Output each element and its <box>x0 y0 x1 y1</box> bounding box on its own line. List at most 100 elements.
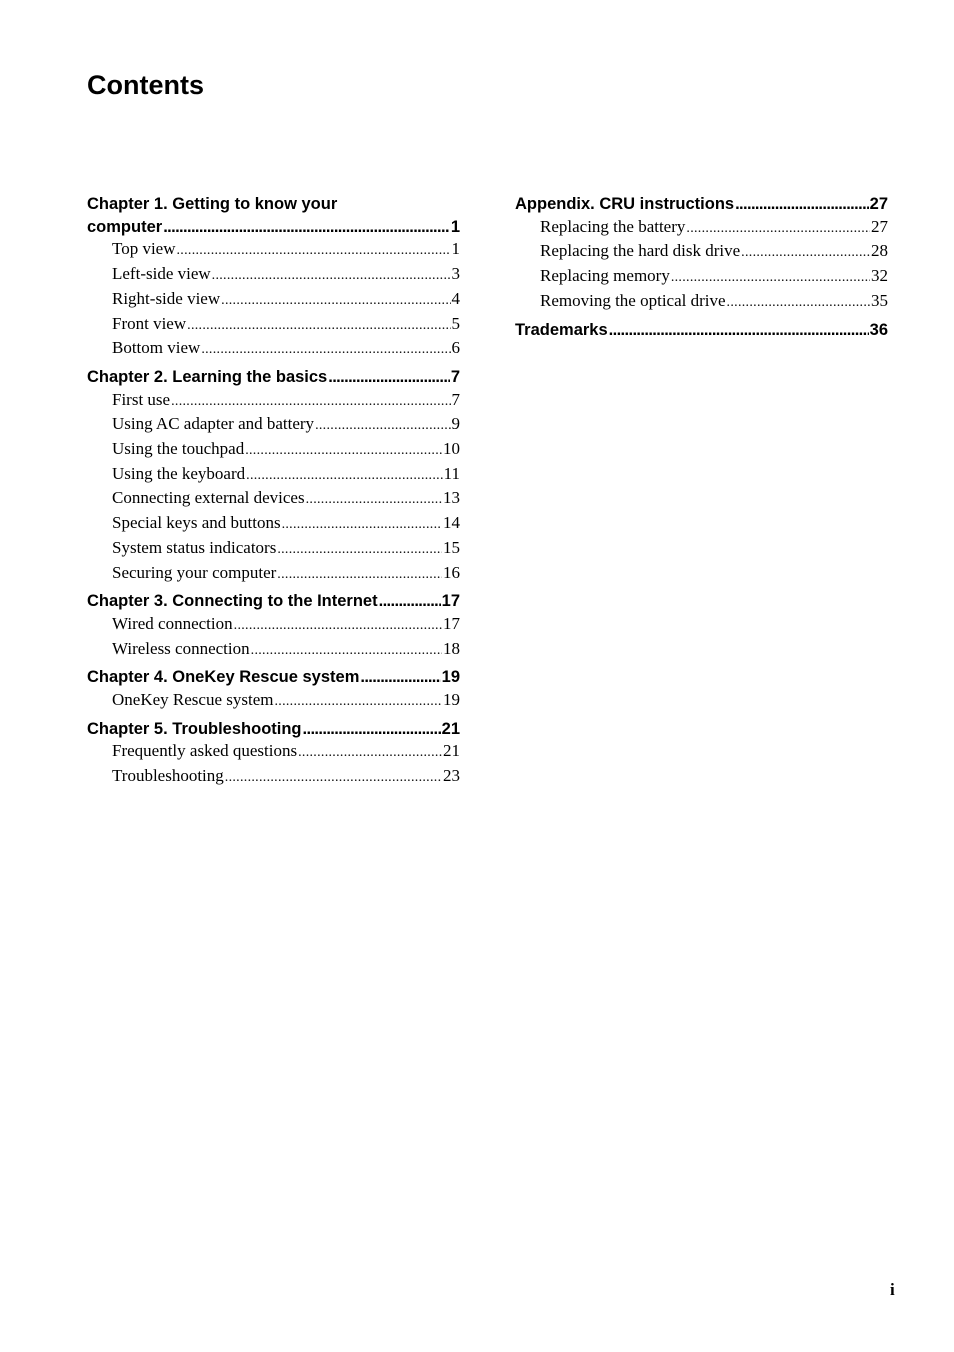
dot-leader <box>187 313 450 338</box>
dot-leader <box>201 337 450 362</box>
dot-leader <box>282 512 442 537</box>
toc-page-number: 21 <box>441 719 460 738</box>
toc-item[interactable]: First use 7 <box>87 389 460 414</box>
dot-leader <box>251 638 442 663</box>
toc-item-label: Connecting external devices <box>112 488 305 508</box>
toc-chapter-label: computer <box>87 217 163 236</box>
dot-leader <box>315 413 450 438</box>
dot-leader <box>277 562 442 587</box>
toc-item[interactable]: Replacing the battery 27 <box>515 216 888 241</box>
toc-page-number: 28 <box>871 241 888 261</box>
toc-item[interactable]: Wired connection 17 <box>87 613 460 638</box>
toc-chapter-1-entry[interactable]: computer 1 <box>87 216 460 239</box>
dot-leader <box>360 666 440 689</box>
dot-leader <box>328 366 450 389</box>
toc-page-number: 17 <box>441 592 460 611</box>
dot-leader <box>741 240 870 265</box>
page-title: Contents <box>87 70 204 100</box>
dot-leader <box>686 216 870 241</box>
toc-chapter-5[interactable]: Chapter 5. Troubleshooting 21 <box>87 718 460 741</box>
dot-leader <box>727 290 870 315</box>
toc-item[interactable]: Using the keyboard 11 <box>87 463 460 488</box>
toc-chapter-label: Appendix. CRU instructions <box>515 195 735 213</box>
toc-item[interactable]: Left-side view 3 <box>87 263 460 288</box>
toc-page-number: 15 <box>443 537 460 557</box>
toc-item-label: System status indicators <box>112 537 277 557</box>
dot-leader <box>277 537 442 562</box>
toc-item[interactable]: Top view 1 <box>87 238 460 263</box>
toc-item-label: Troubleshooting <box>112 766 224 786</box>
toc-item-label: Special keys and buttons <box>112 513 281 533</box>
toc-item[interactable]: System status indicators 15 <box>87 537 460 562</box>
toc-chapter-label: Chapter 4. OneKey Rescue system <box>87 668 360 687</box>
toc-chapter-1-title-line1[interactable]: Chapter 1. Getting to know your <box>87 193 460 216</box>
toc-item-label: Using AC adapter and battery <box>112 414 315 434</box>
toc-chapter-1: Chapter 1. Getting to know your computer… <box>87 193 460 238</box>
toc-page-number: 14 <box>443 513 460 533</box>
toc-chapter-label: Chapter 2. Learning the basics <box>87 367 328 386</box>
toc-page-number: 35 <box>871 290 888 310</box>
toc-item[interactable]: Front view 5 <box>87 313 460 338</box>
toc-item-label: Replacing the battery <box>540 216 686 236</box>
toc-chapter-label: Chapter 5. Troubleshooting <box>87 719 302 738</box>
dot-leader <box>234 613 442 638</box>
toc-page-number: 32 <box>871 266 888 286</box>
toc-item[interactable]: Replacing memory 32 <box>515 265 888 290</box>
toc-item-label: Wireless connection <box>112 638 250 658</box>
toc-item[interactable]: OneKey Rescue system 19 <box>87 689 460 714</box>
toc-chapter-2[interactable]: Chapter 2. Learning the basics 7 <box>87 366 460 389</box>
toc-chapter-label: Trademarks <box>515 320 608 339</box>
toc-item[interactable]: Bottom view 6 <box>87 337 460 362</box>
dot-leader <box>212 263 451 288</box>
toc-chapter-3[interactable]: Chapter 3. Connecting to the Internet 17 <box>87 590 460 613</box>
toc-page-number: 4 <box>451 288 461 308</box>
toc-item[interactable]: Using AC adapter and battery 9 <box>87 413 460 438</box>
toc-page-number: 10 <box>443 439 460 459</box>
toc-item-label: Right-side view <box>112 288 221 308</box>
toc-item[interactable]: Troubleshooting 23 <box>87 765 460 790</box>
dot-leader <box>303 718 441 741</box>
page-number: i <box>890 1280 895 1299</box>
toc-page-number: 16 <box>443 562 460 582</box>
dot-leader <box>163 216 450 239</box>
toc-page-number: 17 <box>443 613 460 633</box>
dot-leader <box>171 389 450 414</box>
toc-page-number: 11 <box>443 463 460 483</box>
toc-item[interactable]: Right-side view 4 <box>87 288 460 313</box>
toc-page-number: 1 <box>450 217 460 236</box>
toc-trademarks[interactable]: Trademarks 36 <box>515 319 888 342</box>
dot-leader <box>274 689 442 714</box>
toc-item[interactable]: Securing your computer 16 <box>87 562 460 587</box>
dot-leader <box>245 438 442 463</box>
toc-item[interactable]: Connecting external devices 13 <box>87 487 460 512</box>
toc-page-number: 7 <box>450 367 460 386</box>
dot-leader <box>735 193 869 216</box>
toc-left-column: Chapter 1. Getting to know your computer… <box>87 193 460 790</box>
toc-page-number: 27 <box>869 195 888 213</box>
toc-chapter-4[interactable]: Chapter 4. OneKey Rescue system 19 <box>87 666 460 689</box>
toc-item-label: Left-side view <box>112 264 211 284</box>
toc-item[interactable]: Removing the optical drive 35 <box>515 290 888 315</box>
toc-item[interactable]: Frequently asked questions 21 <box>87 740 460 765</box>
dot-leader <box>671 265 870 290</box>
toc-item-label: Top view <box>112 239 176 259</box>
toc-page-number: 19 <box>441 668 460 687</box>
toc-page-number: 13 <box>443 488 460 508</box>
toc-appendix[interactable]: Appendix. CRU instructions 27 <box>515 193 888 216</box>
toc-page-number: 36 <box>869 320 888 339</box>
dot-leader <box>298 740 442 765</box>
toc-page-number: 6 <box>451 338 461 358</box>
dot-leader <box>246 463 442 488</box>
toc-item-label: Replacing memory <box>540 266 670 286</box>
toc-item[interactable]: Wireless connection 18 <box>87 638 460 663</box>
toc-item[interactable]: Special keys and buttons 14 <box>87 512 460 537</box>
toc-item-label: Securing your computer <box>112 562 277 582</box>
toc-item-label: Removing the optical drive <box>540 290 726 310</box>
toc-item[interactable]: Using the touchpad 10 <box>87 438 460 463</box>
toc-page-number: 18 <box>443 638 460 658</box>
toc-item[interactable]: Replacing the hard disk drive 28 <box>515 240 888 265</box>
toc-right-column: Appendix. CRU instructions 27 Replacing t… <box>515 193 888 341</box>
toc-chapter-label: Chapter 3. Connecting to the Internet <box>87 592 378 611</box>
dot-leader <box>379 590 441 613</box>
toc-page-number: 9 <box>451 414 461 434</box>
